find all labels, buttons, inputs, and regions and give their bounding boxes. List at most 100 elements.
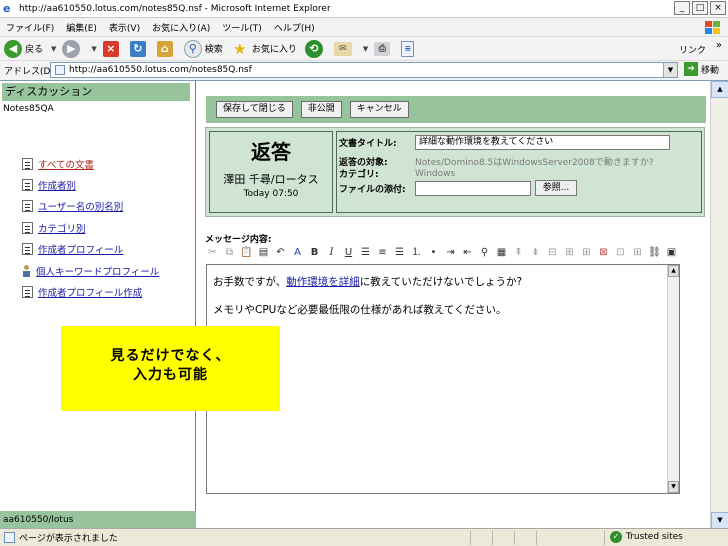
mail-dropdown-icon[interactable]: ▼ (363, 45, 368, 53)
attachment-input[interactable] (415, 180, 531, 196)
security-zone[interactable]: ✓ Trusted sites (610, 531, 683, 543)
save-close-button[interactable]: 保存して閉じる (216, 101, 293, 118)
cut-icon[interactable]: ✂ (205, 245, 220, 261)
editor-scrollbar[interactable]: ▲ ▼ (667, 265, 679, 493)
body-line-1: お手数ですが、動作環境を詳細に教えていただけないでしょうか? (213, 274, 522, 289)
menu-favorites[interactable]: お気に入り(A) (152, 21, 210, 34)
insert-row-above-icon[interactable]: ⇞ (511, 245, 526, 261)
underline-icon[interactable]: U (341, 245, 356, 261)
nav-label[interactable]: カテゴリ別 (38, 221, 86, 235)
body-link[interactable]: 動作環境を詳細 (286, 276, 360, 288)
subject-input[interactable]: 詳細な動作環境を教えてください (415, 135, 670, 150)
page-scroll-up-icon[interactable]: ▲ (711, 81, 728, 98)
nav-item-author-profiles[interactable]: 作成者プロフィール (22, 239, 159, 260)
numbered-list-icon[interactable]: ⒈ (409, 245, 424, 261)
delete-row-icon[interactable]: ⊟ (545, 245, 560, 261)
nav-item-keyword-profile[interactable]: 個人キーワードプロフィール (22, 260, 159, 281)
browser-toolbar: ◀ 戻る ▼ ▶ ▼ × ↻ ⌂ ⚲ 検索 ★ お気に入り ⟲ ✉ ▼ ⎙ ≡ (0, 36, 728, 60)
favorites-button[interactable]: ★ お気に入り (231, 40, 297, 58)
delete-column-icon[interactable]: ⊠ (596, 245, 611, 261)
mail-button[interactable]: ✉ (333, 41, 355, 56)
back-dropdown-icon[interactable]: ▼ (51, 45, 56, 53)
body-line-2: メモリやCPUなど必要最低限の仕様があれば教えてください。 (213, 304, 507, 316)
menu-tools[interactable]: ツール(T) (222, 21, 262, 34)
home-button[interactable]: ⌂ (156, 40, 176, 57)
nav-label[interactable]: 作成者プロフィール (38, 242, 123, 256)
windows-logo-icon (705, 21, 720, 34)
nav-label[interactable]: 個人キーワードプロフィール (36, 264, 159, 278)
menu-help[interactable]: ヘルプ(H) (274, 21, 315, 34)
address-dropdown-icon[interactable]: ▼ (663, 63, 677, 77)
bold-icon[interactable]: B (307, 245, 322, 261)
nav-label[interactable]: すべての文書 (38, 157, 94, 171)
history-button[interactable]: ⟲ (304, 39, 326, 58)
person-icon (22, 264, 31, 277)
copy-icon[interactable]: ⧉ (222, 245, 237, 261)
table-icon[interactable]: ▦ (494, 245, 509, 261)
editor-toolbar: ✂ ⧉ 📋 ▤ ↶ A B I U ☰ ≡ ☰ ⒈ • ⇥ ⇤ ⚲ ▦ ⇞ ⇟ … (205, 243, 681, 263)
nav-label[interactable]: ユーザー名の別名別 (38, 199, 123, 213)
menu-edit[interactable]: 編集(E) (66, 21, 97, 34)
refresh-button[interactable]: ↻ (129, 40, 149, 57)
forward-dropdown-icon[interactable]: ▼ (91, 45, 96, 53)
nav-item-by-author[interactable]: 作成者別 (22, 174, 159, 195)
link-icon[interactable]: ⛓ (647, 245, 662, 261)
scroll-down-icon[interactable]: ▼ (668, 481, 679, 493)
document-fields: 文書タイトル: 詳細な動作環境を教えてください 返答の対象: Notes/Dom… (336, 131, 702, 213)
insert-column-right-icon[interactable]: ⊞ (579, 245, 594, 261)
menu-bar: ファイル(F) 編集(E) 表示(V) お気に入り(A) ツール(T) ヘルプ(… (0, 18, 728, 36)
align-right-icon[interactable]: ☰ (392, 245, 407, 261)
nav-item-all-documents[interactable]: すべての文書 (22, 153, 159, 174)
search-button[interactable]: ⚲ 検索 (183, 39, 223, 58)
menu-file[interactable]: ファイル(F) (6, 21, 54, 34)
minimize-button[interactable]: _ (674, 1, 690, 15)
nav-item-create-author-profile[interactable]: 作成者プロフィール作成 (22, 281, 159, 302)
merge-cells-icon[interactable]: ⊡ (613, 245, 628, 261)
maximize-button[interactable]: □ (692, 1, 708, 15)
find-icon[interactable]: ⚲ (477, 245, 492, 261)
insert-column-icon[interactable]: ⊞ (562, 245, 577, 261)
links-label[interactable]: リンク (679, 43, 706, 56)
browser-viewport: ディスカッション Notes85QA すべての文書 作成者別 ユーザー名の別名別… (0, 80, 728, 529)
back-button[interactable]: ◀ 戻る (4, 39, 43, 58)
italic-icon[interactable]: I (324, 245, 339, 261)
indent-icon[interactable]: ⇥ (443, 245, 458, 261)
bullet-list-icon[interactable]: • (426, 245, 441, 261)
nav-item-by-category[interactable]: カテゴリ別 (22, 217, 159, 238)
address-input[interactable]: http://aa610550.lotus.com/notes85Q.nsf ▼ (50, 62, 678, 78)
paste-special-icon[interactable]: ▤ (256, 245, 271, 261)
forward-button[interactable]: ▶ (62, 39, 83, 58)
insert-row-below-icon[interactable]: ⇟ (528, 245, 543, 261)
subject-label: 文書タイトル: (339, 139, 397, 149)
links-chevron-icon[interactable]: » (716, 40, 722, 51)
nav-label[interactable]: 作成者別 (38, 178, 76, 192)
page-scroll-down-icon[interactable]: ▼ (711, 512, 728, 529)
nav-label[interactable]: 作成者プロフィール作成 (38, 285, 142, 299)
font-color-icon[interactable]: A (290, 245, 305, 261)
address-label: アドレス(D) (4, 67, 54, 77)
align-center-icon[interactable]: ≡ (375, 245, 390, 261)
image-icon[interactable]: ▣ (664, 245, 679, 261)
menu-view[interactable]: 表示(V) (109, 21, 140, 34)
page-scrollbar[interactable]: ▲ ▼ (710, 81, 728, 529)
stop-button[interactable]: × (102, 40, 122, 57)
close-button[interactable]: × (710, 1, 726, 15)
edit-page-button[interactable]: ≡ (401, 40, 417, 57)
document-list-icon (22, 157, 33, 170)
outdent-icon[interactable]: ⇤ (460, 245, 475, 261)
body-text: に教えていただけないでしょうか? (359, 276, 523, 288)
private-button[interactable]: 非公開 (300, 101, 342, 118)
browse-button[interactable]: 参照... (535, 180, 577, 196)
cancel-button[interactable]: キャンセル (349, 101, 409, 118)
address-url: http://aa610550.lotus.com/notes85Q.nsf (69, 65, 252, 75)
nav-item-by-alternate-name[interactable]: ユーザー名の別名別 (22, 196, 159, 217)
paste-icon[interactable]: 📋 (239, 245, 254, 261)
view-list: すべての文書 作成者別 ユーザー名の別名別 カテゴリ別 作成者プロフィール 個人… (22, 153, 159, 303)
undo-icon[interactable]: ↶ (273, 245, 288, 261)
go-button[interactable]: ➔ 移動 (684, 62, 719, 76)
print-button[interactable]: ⎙ (374, 41, 393, 56)
align-left-icon[interactable]: ☰ (358, 245, 373, 261)
scroll-up-icon[interactable]: ▲ (668, 265, 679, 277)
split-cells-icon[interactable]: ⊞ (630, 245, 645, 261)
callout-line-1: 見るだけでなく、 (110, 348, 231, 364)
